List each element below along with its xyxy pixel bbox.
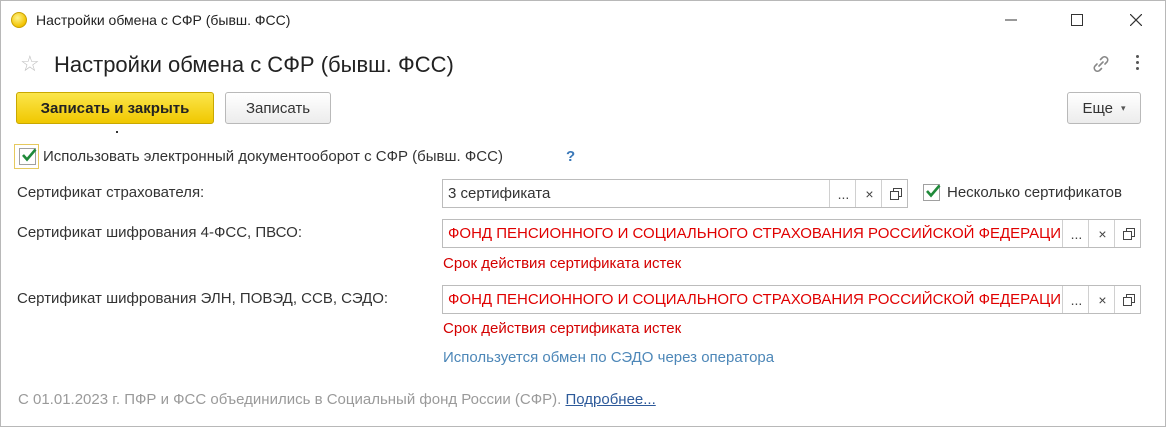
edo-checkbox-label[interactable]: Использовать электронный документооборот… bbox=[43, 148, 503, 165]
settings-window: Настройки обмена с СФР (бывш. ФСС) ☆ Нас… bbox=[0, 0, 1166, 427]
select-button[interactable]: ... bbox=[1062, 220, 1090, 247]
more-vertical-icon[interactable] bbox=[1134, 55, 1140, 73]
more-menu-label: Еще bbox=[1082, 99, 1113, 117]
star-icon[interactable]: ☆ bbox=[20, 53, 40, 75]
insurer-cert-field[interactable]: 3 сертификата ... × bbox=[442, 179, 908, 208]
open-icon[interactable] bbox=[1114, 220, 1142, 247]
maximize-button[interactable] bbox=[1054, 1, 1100, 39]
select-button[interactable]: ... bbox=[1062, 286, 1090, 313]
close-window-button[interactable] bbox=[1113, 1, 1159, 39]
close-icon bbox=[1130, 14, 1142, 26]
clear-icon[interactable]: × bbox=[1088, 286, 1116, 313]
save-and-close-button[interactable]: Записать и закрыть bbox=[16, 92, 214, 124]
sedo-operator-info: Используется обмен по СЭДО через операто… bbox=[443, 349, 775, 366]
enc-cert-4fss-field[interactable]: ФОНД ПЕНСИОННОГО И СОЦИАЛЬНОГО СТРАХОВАН… bbox=[442, 219, 1141, 248]
open-icon[interactable] bbox=[1114, 286, 1142, 313]
select-button[interactable]: ... bbox=[829, 180, 857, 207]
form-header: ☆ Настройки обмена с СФР (бывш. ФСС) bbox=[1, 45, 1165, 85]
enc-cert-4fss-value: ФОНД ПЕНСИОННОГО И СОЦИАЛЬНОГО СТРАХОВАН… bbox=[448, 225, 1060, 242]
insurer-cert-label: Сертификат страхователя: bbox=[17, 184, 205, 201]
save-button[interactable]: Записать bbox=[225, 92, 331, 124]
edo-checkbox[interactable] bbox=[19, 148, 37, 165]
maximize-icon bbox=[1071, 14, 1083, 26]
checkmark-icon bbox=[926, 184, 941, 198]
checkmark-icon bbox=[22, 148, 37, 162]
enc-cert-eln-value: ФОНД ПЕНСИОННОГО И СОЦИАЛЬНОГО СТРАХОВАН… bbox=[448, 291, 1060, 308]
more-menu-button[interactable]: Еще ▾ bbox=[1067, 92, 1141, 124]
multiple-certs-label[interactable]: Несколько сертификатов bbox=[947, 184, 1122, 201]
footer-text: С 01.01.2023 г. ПФР и ФСС объединились в… bbox=[18, 391, 562, 408]
enc-cert-4fss-error: Срок действия сертификата истек bbox=[443, 255, 682, 272]
open-icon[interactable] bbox=[881, 180, 909, 207]
focus-marker bbox=[116, 131, 118, 133]
footer-note: С 01.01.2023 г. ПФР и ФСС объединились в… bbox=[18, 391, 656, 408]
clear-icon[interactable]: × bbox=[1088, 220, 1116, 247]
multiple-certs-checkbox[interactable] bbox=[923, 184, 941, 201]
chevron-down-icon: ▾ bbox=[1121, 102, 1126, 113]
enc-cert-eln-error: Срок действия сертификата истек bbox=[443, 320, 682, 337]
minimize-icon bbox=[1005, 19, 1017, 21]
app-icon bbox=[11, 12, 27, 28]
clear-icon[interactable]: × bbox=[855, 180, 883, 207]
enc-cert-4fss-label: Сертификат шифрования 4-ФСС, ПВСО: bbox=[17, 224, 302, 241]
window-title: Настройки обмена с СФР (бывш. ФСС) bbox=[36, 12, 291, 28]
minimize-button[interactable] bbox=[988, 1, 1034, 39]
more-info-link[interactable]: Подробнее... bbox=[565, 391, 655, 408]
help-icon[interactable]: ? bbox=[566, 148, 575, 165]
title-bar: Настройки обмена с СФР (бывш. ФСС) bbox=[1, 1, 1165, 39]
page-title: Настройки обмена с СФР (бывш. ФСС) bbox=[54, 52, 454, 77]
insurer-cert-value: 3 сертификата bbox=[448, 185, 551, 202]
enc-cert-eln-field[interactable]: ФОНД ПЕНСИОННОГО И СОЦИАЛЬНОГО СТРАХОВАН… bbox=[442, 285, 1141, 314]
enc-cert-eln-label: Сертификат шифрования ЭЛН, ПОВЭД, ССВ, С… bbox=[17, 290, 389, 307]
link-icon[interactable] bbox=[1090, 53, 1112, 80]
